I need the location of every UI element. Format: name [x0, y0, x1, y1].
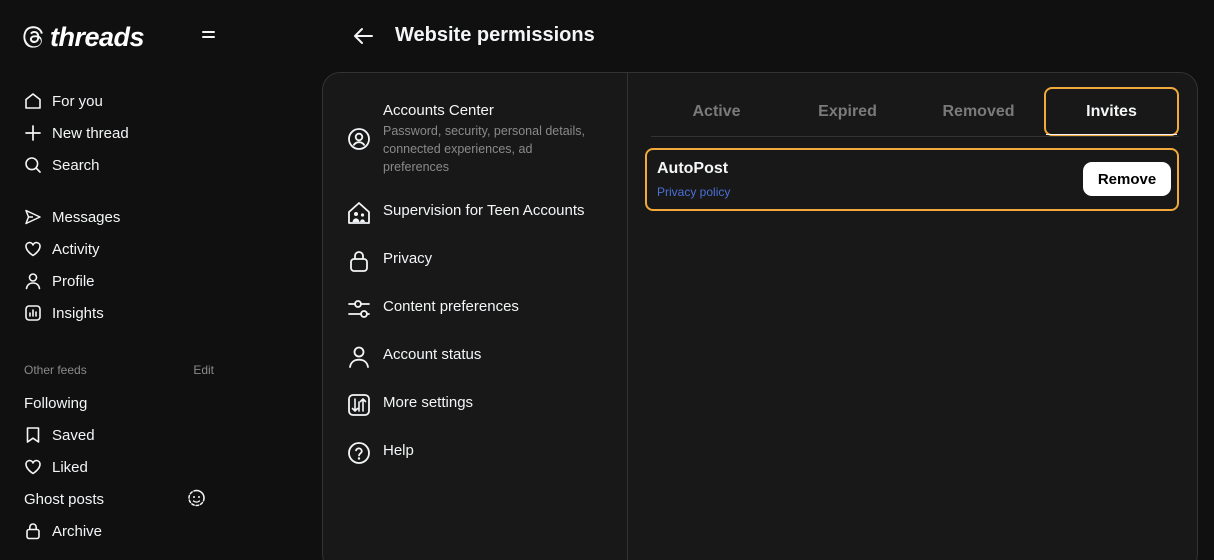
setting-help[interactable]: Help: [347, 441, 414, 465]
search-icon: [25, 157, 41, 173]
nav-saved[interactable]: Saved: [24, 423, 95, 447]
nav-label: For you: [52, 92, 103, 110]
settings-list: Accounts Center Password, security, pers…: [323, 73, 628, 560]
nav-label: Messages: [52, 208, 121, 226]
nav-ghost-posts[interactable]: Ghost posts: [24, 487, 104, 511]
setting-label: Help: [383, 442, 414, 459]
nav-label: Archive: [52, 522, 103, 540]
nav-following[interactable]: Following: [24, 391, 87, 415]
home-icon: [25, 93, 41, 109]
back-arrow-icon[interactable]: [352, 26, 374, 46]
tab-active[interactable]: Active: [651, 87, 782, 136]
privacy-policy-link[interactable]: Privacy policy: [657, 185, 730, 199]
lock-icon: [26, 523, 40, 540]
setting-label: Content preferences: [383, 298, 519, 315]
tab-invites[interactable]: Invites: [1044, 87, 1179, 136]
plus-icon: [25, 125, 41, 141]
nav-for-you[interactable]: For you: [24, 89, 103, 113]
nav-label: Ghost posts: [24, 490, 105, 508]
menu-button[interactable]: [202, 28, 220, 44]
permissions-content: Active Expired Removed Invites AutoPost …: [629, 73, 1197, 560]
menu-icon: [202, 36, 215, 38]
nav-label: Activity: [52, 240, 100, 258]
permission-tabs: Active Expired Removed Invites: [651, 87, 1179, 137]
threads-wordmark: threads: [50, 21, 145, 52]
setting-teen-supervision[interactable]: Supervision for Teen Accounts: [347, 201, 585, 225]
heart-icon: [25, 241, 41, 257]
threads-logo[interactable]: threads: [22, 21, 145, 52]
nav-insights[interactable]: Insights: [24, 301, 104, 325]
app-name: AutoPost: [657, 160, 729, 177]
nav-messages[interactable]: Messages: [24, 205, 120, 229]
nav-label: Insights: [52, 304, 104, 322]
account-circle-icon: [348, 128, 370, 150]
menu-icon: [202, 31, 215, 33]
setting-label: Accounts Center: [383, 102, 494, 119]
nav-activity[interactable]: Activity: [24, 237, 100, 261]
sliders-icon: [348, 300, 370, 318]
page-title: Website permissions: [395, 24, 595, 46]
setting-label: Account status: [383, 346, 482, 363]
settings-panel: Accounts Center Password, security, pers…: [322, 72, 1198, 560]
nav-label: Liked: [52, 458, 88, 476]
setting-label: Supervision for Teen Accounts: [383, 202, 585, 219]
nav-liked[interactable]: Liked: [24, 455, 88, 479]
setting-label: Privacy: [383, 250, 433, 267]
nav-search[interactable]: Search: [24, 153, 100, 177]
ghost-icon[interactable]: [186, 488, 207, 509]
person-icon: [25, 273, 41, 290]
send-icon: [25, 209, 41, 225]
edit-feeds-link[interactable]: Edit: [193, 363, 214, 377]
tab-expired[interactable]: Expired: [782, 87, 913, 136]
section-title: Other feeds: [24, 363, 87, 377]
remove-button[interactable]: Remove: [1083, 162, 1171, 196]
setting-accounts-center[interactable]: Accounts Center Password, security, pers…: [347, 101, 593, 176]
help-icon: [348, 442, 370, 464]
nav-label: Profile: [52, 272, 95, 290]
person-icon: [349, 346, 369, 368]
nav-label: New thread: [52, 124, 129, 142]
more-settings-icon: [348, 394, 370, 416]
threads-logo-icon: [23, 26, 43, 48]
nav-new-thread[interactable]: New thread: [24, 121, 129, 145]
nav-label: Saved: [52, 426, 95, 444]
setting-more-settings[interactable]: More settings: [347, 393, 473, 417]
insights-icon: [25, 305, 41, 321]
family-home-icon: [348, 202, 370, 224]
permission-row: AutoPost Privacy policy Remove: [645, 148, 1179, 211]
lock-icon: [350, 251, 368, 272]
setting-privacy[interactable]: Privacy: [347, 249, 432, 273]
sidebar: threads For you New thread Search Messag…: [0, 0, 240, 560]
nav-archive[interactable]: Archive: [24, 519, 102, 543]
nav-profile[interactable]: Profile: [24, 269, 95, 293]
setting-content-preferences[interactable]: Content preferences: [347, 297, 519, 321]
heart-icon: [25, 459, 41, 475]
nav-label: Following: [24, 394, 88, 412]
bookmark-icon: [26, 427, 40, 443]
other-feeds-header: Other feeds Edit: [24, 363, 214, 377]
tab-removed[interactable]: Removed: [913, 87, 1044, 136]
setting-label: More settings: [383, 394, 474, 411]
setting-account-status[interactable]: Account status: [347, 345, 481, 369]
nav-label: Search: [52, 156, 100, 174]
setting-description: Password, security, personal details, co…: [383, 124, 585, 174]
